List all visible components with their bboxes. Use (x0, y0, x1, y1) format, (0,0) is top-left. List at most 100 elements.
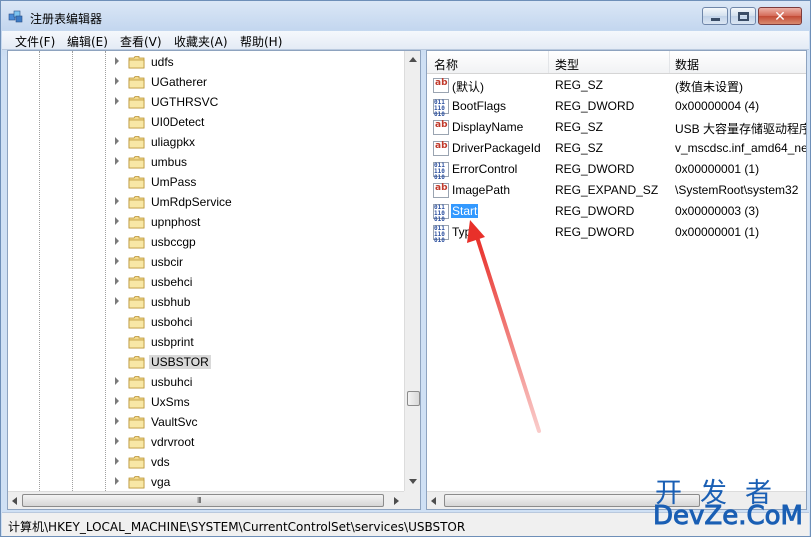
tree-item-label: udfs (151, 55, 174, 69)
menu-favorites[interactable]: 收藏夹(A) (174, 33, 228, 50)
value-row[interactable]: ab DriverPackageId REG_SZ v_mscdsc.inf_amd6… (427, 138, 807, 159)
string-value-icon: ab (433, 183, 449, 198)
tree-item[interactable]: UmPass (8, 172, 404, 192)
tree-item-label: usbohci (151, 315, 193, 329)
scroll-right-icon[interactable] (394, 497, 399, 505)
folder-icon (128, 476, 145, 489)
scroll-up-icon[interactable] (409, 57, 417, 62)
menu-edit[interactable]: 编辑(E) (67, 33, 108, 50)
folder-icon (128, 276, 145, 289)
scroll-left-icon[interactable] (431, 497, 436, 505)
expand-arrow-icon[interactable] (115, 277, 119, 285)
menu-view[interactable]: 查看(V) (120, 33, 162, 50)
status-path: 计算机\HKEY_LOCAL_MACHINE\SYSTEM\CurrentCon… (8, 520, 466, 534)
expand-arrow-icon[interactable] (115, 77, 119, 85)
tree-item[interactable]: vdrvroot (8, 432, 404, 452)
expand-arrow-icon[interactable] (115, 57, 119, 65)
folder-icon (128, 396, 145, 409)
tree-horizontal-scrollbar[interactable]: III (8, 491, 404, 509)
tree-item[interactable]: usbohci (8, 312, 404, 332)
value-name: (默认) (452, 80, 484, 94)
expand-arrow-icon[interactable] (115, 477, 119, 485)
tree-item[interactable]: umbus (8, 152, 404, 172)
binary-value-icon: 011 110 010 (433, 99, 449, 118)
expand-arrow-icon[interactable] (115, 397, 119, 405)
value-data: \SystemRoot\system32 (675, 183, 799, 197)
tree-item[interactable]: usbcir (8, 252, 404, 272)
title-bar[interactable]: 注册表编辑器 ✕ (1, 1, 810, 31)
tree-item[interactable]: UGatherer (8, 72, 404, 92)
value-row[interactable]: 011 110 010 Type REG_DWORD 0x00000001 (1) (427, 222, 806, 244)
expand-arrow-icon[interactable] (115, 257, 119, 265)
value-row[interactable]: ab DisplayName REG_SZ USB 大容量存储驱动程序 (427, 117, 806, 138)
expand-arrow-icon[interactable] (115, 437, 119, 445)
site-watermark-logo: 开发者 DevZe.CoM (649, 471, 809, 533)
tree-vertical-scrollbar[interactable] (404, 51, 420, 491)
close-button[interactable]: ✕ (758, 7, 802, 25)
values-list-pane[interactable]: 名称 类型 数据 ab (默认) REG_SZ (数值未设置) 011 110 010 Boo… (426, 50, 807, 510)
value-row[interactable]: 011 110 010 BootFlags REG_DWORD 0x00000004 (4… (427, 96, 806, 118)
tree-item[interactable]: usbhub (8, 292, 404, 312)
value-row[interactable]: ab ImagePath REG_EXPAND_SZ \SystemRoot\syst… (427, 180, 806, 201)
tree-item[interactable]: uliagpkx (8, 132, 404, 152)
tree-item[interactable]: usbccgp (8, 232, 404, 252)
expand-arrow-icon[interactable] (115, 157, 119, 165)
maximize-icon (738, 12, 749, 21)
folder-icon (128, 376, 145, 389)
expand-arrow-icon[interactable] (115, 97, 119, 105)
tree-item[interactable]: upnphost (8, 212, 404, 232)
expand-arrow-icon[interactable] (115, 217, 119, 225)
window-title: 注册表编辑器 (30, 12, 103, 26)
scroll-left-icon[interactable] (12, 497, 17, 505)
expand-arrow-icon[interactable] (115, 137, 119, 145)
minimize-button[interactable] (702, 7, 728, 25)
binary-value-icon: 011 110 010 (433, 162, 449, 181)
tree-item[interactable]: UI0Detect (8, 112, 404, 132)
tree-item[interactable]: udfs (8, 52, 404, 72)
tree-item[interactable]: VaultSvc (8, 412, 404, 432)
list-header: 名称 类型 数据 (427, 51, 806, 74)
expand-arrow-icon[interactable] (115, 457, 119, 465)
expand-arrow-icon[interactable] (115, 197, 119, 205)
maximize-button[interactable] (730, 7, 756, 25)
tree-item[interactable]: UmRdpService (8, 192, 404, 212)
string-value-icon: ab (433, 141, 449, 156)
expand-arrow-icon[interactable] (115, 237, 119, 245)
tree-item[interactable]: UGTHRSVC (8, 92, 404, 112)
folder-icon (128, 296, 145, 309)
folder-icon (128, 116, 145, 129)
tree-item[interactable]: UxSms (8, 392, 404, 412)
expand-arrow-icon[interactable] (115, 297, 119, 305)
scroll-thumb[interactable] (407, 391, 420, 406)
tree-item[interactable]: USBSTOR (8, 352, 404, 372)
folder-icon (128, 336, 145, 349)
column-header-type[interactable]: 类型 (555, 56, 579, 73)
value-row[interactable]: 011 110 010 Start REG_DWORD 0x00000003 (3) (427, 201, 806, 223)
value-data: 0x00000001 (1) (675, 162, 760, 176)
tree-item[interactable]: usbprint (8, 332, 404, 352)
close-icon: ✕ (774, 8, 786, 24)
column-divider[interactable] (669, 51, 670, 73)
value-name: Type (452, 225, 479, 239)
regedit-window: 注册表编辑器 ✕ 文件(F) 编辑(E) 查看(V) 收藏夹(A) 帮助(H) … (0, 0, 811, 537)
expand-arrow-icon[interactable] (115, 417, 119, 425)
folder-icon (128, 156, 145, 169)
column-header-data[interactable]: 数据 (675, 56, 699, 73)
tree-item[interactable]: usbehci (8, 272, 404, 292)
tree-item[interactable]: vds (8, 452, 404, 472)
menu-help[interactable]: 帮助(H) (240, 33, 282, 50)
value-row[interactable]: 011 110 010 ErrorControl REG_DWORD 0x00000001… (427, 159, 806, 181)
tree-item[interactable]: usbuhci (8, 372, 404, 392)
expand-arrow-icon[interactable] (115, 377, 119, 385)
value-type: REG_DWORD (555, 204, 635, 218)
value-row[interactable]: ab (默认) REG_SZ (数值未设置) (427, 75, 806, 96)
value-data: v_mscdsc.inf_amd64_ne (675, 141, 807, 155)
column-header-name[interactable]: 名称 (434, 56, 458, 73)
key-tree-pane[interactable]: udfs UGatherer UGTHRSVC UI0Detect uliagpkx um… (7, 50, 421, 510)
scroll-down-icon[interactable] (409, 479, 417, 484)
tree-item[interactable]: vga (8, 472, 404, 492)
menu-file[interactable]: 文件(F) (15, 33, 55, 50)
column-divider[interactable] (548, 51, 549, 73)
folder-icon (128, 416, 145, 429)
scroll-thumb[interactable]: III (22, 494, 384, 507)
